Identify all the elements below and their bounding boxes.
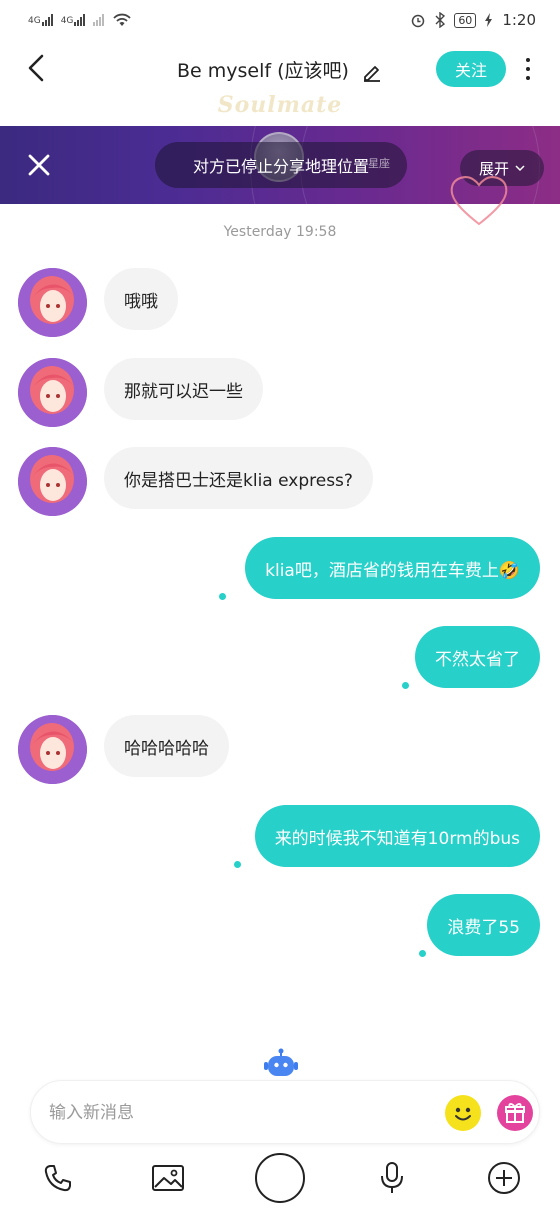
status-bar: 4G 4G 60 1:20	[0, 0, 560, 40]
avatar-portrait	[18, 447, 87, 516]
location-status-text: 对方已停止分享地理位置	[192, 157, 369, 176]
close-icon	[28, 154, 50, 176]
outgoing-message[interactable]: 来的时候我不知道有10rm的bus	[254, 805, 540, 867]
incoming-message[interactable]: 哈哈哈哈哈	[104, 715, 229, 777]
avatar-portrait	[18, 268, 87, 337]
outgoing-message[interactable]: klia吧，酒店省的钱用在车费上🤣	[245, 537, 540, 599]
emoji-button[interactable]	[445, 1095, 481, 1131]
brand-watermark: Soulmate	[217, 92, 343, 118]
wifi-icon	[113, 13, 132, 26]
avatar[interactable]	[18, 358, 87, 427]
bluetooth-icon	[435, 12, 446, 28]
outgoing-message[interactable]: 不然太省了	[415, 626, 540, 688]
alarm-icon	[412, 14, 425, 28]
microphone-icon	[381, 1162, 403, 1193]
more-vertical-icon[interactable]	[518, 52, 538, 86]
bottom-toolbar	[0, 1150, 560, 1210]
status-left: 4G 4G	[28, 12, 132, 28]
no-signal-icon	[93, 14, 105, 26]
avatar-portrait	[18, 358, 87, 427]
phone-button[interactable]	[38, 1158, 78, 1198]
avatar[interactable]	[18, 447, 87, 516]
incoming-message[interactable]: 你是搭巴士还是klia express?	[104, 447, 373, 509]
chat-header: Be myself (应该吧) 关注	[0, 40, 560, 100]
follow-button[interactable]: 关注	[436, 51, 506, 87]
incoming-message[interactable]: 哦哦	[104, 268, 178, 330]
chat-title: Be myself (应该吧)	[177, 60, 349, 82]
camera-shutter-icon[interactable]	[255, 1153, 305, 1203]
incoming-message[interactable]: 那就可以迟一些	[104, 358, 263, 420]
image-button[interactable]	[148, 1158, 188, 1198]
mic-button[interactable]	[372, 1158, 412, 1198]
gift-icon	[505, 1103, 525, 1123]
avatar[interactable]	[18, 715, 87, 784]
banner-close-button[interactable]	[24, 150, 54, 180]
chevron-down-icon	[515, 165, 525, 172]
avatar-portrait	[18, 715, 87, 784]
chat-timestamp: Yesterday 19:58	[223, 224, 337, 240]
image-icon	[152, 1165, 184, 1191]
plus-circle-icon	[488, 1162, 520, 1194]
status-time: 1:20	[502, 11, 536, 29]
signal-sim2-icon: 4G	[61, 14, 86, 26]
charging-icon	[485, 13, 493, 27]
heart-icon	[450, 176, 508, 226]
emoji-icon	[455, 1107, 471, 1121]
read-indicator	[419, 950, 426, 957]
read-indicator	[234, 861, 241, 868]
message-input[interactable]	[49, 1097, 429, 1129]
gift-button[interactable]	[497, 1095, 533, 1131]
outgoing-message[interactable]: 浪费了55	[427, 894, 540, 956]
battery-indicator: 60	[454, 12, 477, 28]
message-composer	[30, 1080, 540, 1144]
sim1-label: 4G	[28, 16, 41, 26]
status-right: 60 1:20	[410, 11, 536, 29]
sim2-label: 4G	[60, 16, 74, 26]
avatar[interactable]	[18, 268, 87, 337]
phone-icon	[44, 1165, 71, 1192]
signal-sim1-icon: 4G	[28, 14, 53, 26]
add-button[interactable]	[484, 1158, 524, 1198]
robot-icon[interactable]	[264, 1048, 298, 1078]
read-indicator	[402, 682, 409, 689]
read-indicator	[219, 593, 226, 600]
pencil-icon[interactable]	[361, 61, 383, 83]
banner-hint-text: 星座	[368, 157, 390, 170]
